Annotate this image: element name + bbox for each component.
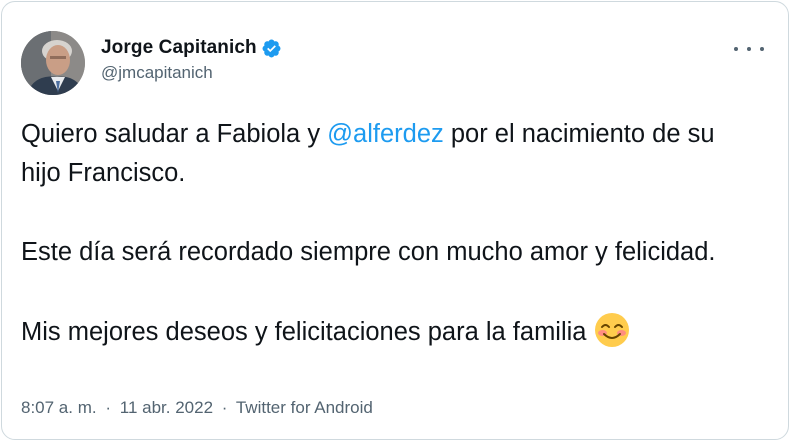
author-handle[interactable]: @jmcapitanich [101, 63, 282, 83]
tweet-paragraph-2: Este día será recordado siempre con much… [21, 238, 716, 266]
tweet-source[interactable]: Twitter for Android [236, 398, 373, 417]
mention-link[interactable]: @alferdez [327, 120, 444, 148]
more-horizontal-icon [734, 47, 738, 51]
display-name-row: Jorge Capitanich [101, 36, 282, 60]
meta-separator: · [221, 398, 228, 417]
tweet-text-segment: Quiero saludar a Fabiola y [21, 120, 328, 148]
smiling-face-emoji-icon [594, 312, 630, 348]
tweet-date[interactable]: 11 abr. 2022 [120, 398, 213, 417]
author-names: Jorge Capitanich @jmcapitanich [101, 36, 282, 83]
more-horizontal-icon-dot [747, 47, 751, 51]
more-horizontal-icon-dot [760, 47, 764, 51]
tweet-card: Jorge Capitanich @jmcapitanich Quiero sa… [1, 1, 789, 440]
verified-badge-icon [261, 38, 282, 59]
more-options-button[interactable] [734, 42, 764, 56]
avatar-photo [21, 31, 85, 95]
tweet-time[interactable]: 8:07 a. m. [21, 398, 97, 417]
tweet-text-segment: Mis mejores deseos y felicitaciones para… [21, 318, 587, 346]
tweet-header: Jorge Capitanich @jmcapitanich [21, 31, 282, 95]
tweet-paragraph-3: Mis mejores deseos y felicitaciones para… [21, 312, 761, 352]
tweet-meta: 8:07 a. m. · 11 abr. 2022 · Twitter for … [21, 398, 373, 418]
tweet-text: Quiero saludar a Fabiola y @alferdez por… [21, 115, 761, 352]
avatar[interactable] [21, 31, 85, 95]
tweet-paragraph-1: Quiero saludar a Fabiola y @alferdez por… [21, 115, 761, 193]
meta-separator: · [105, 398, 112, 417]
author-display-name[interactable]: Jorge Capitanich [101, 37, 257, 59]
